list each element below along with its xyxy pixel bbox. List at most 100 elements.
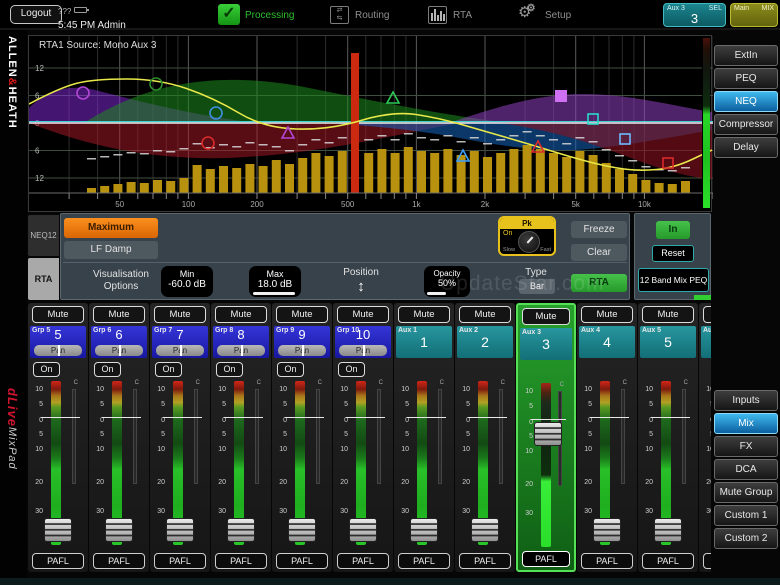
fader-cap[interactable] bbox=[105, 518, 133, 542]
pafl-button[interactable]: PAFL bbox=[93, 553, 145, 569]
pan-slider[interactable]: Pan bbox=[217, 345, 265, 356]
channel-label[interactable]: Grp 8 8 Pan bbox=[213, 326, 269, 358]
channel-label[interactable]: Grp 7 7 Pan bbox=[152, 326, 208, 358]
mute-button[interactable]: Mute bbox=[581, 306, 633, 323]
max-db-control[interactable]: Max18.0 dB bbox=[249, 266, 301, 297]
selected-channel-box[interactable]: Aux 3 SEL 3 bbox=[663, 3, 726, 27]
pafl-button[interactable]: PAFL bbox=[522, 551, 570, 567]
fader-area[interactable]: 10505102030 C bbox=[394, 379, 454, 551]
bank-inputs[interactable]: Inputs bbox=[714, 390, 778, 411]
bank-fx[interactable]: FX bbox=[714, 436, 778, 457]
channel-strip-grp-7[interactable]: Mute Grp 7 7 Pan On 10505102030 C PAFL bbox=[150, 303, 210, 572]
pan-slider[interactable]: Pan bbox=[278, 345, 326, 356]
mute-button[interactable]: Mute bbox=[459, 306, 511, 323]
pan-slider[interactable]: Pan bbox=[339, 345, 387, 356]
channel-label[interactable]: Grp 5 5 Pan bbox=[30, 326, 86, 358]
bank-custom-2[interactable]: Custom 2 bbox=[714, 528, 778, 549]
mute-button[interactable]: Mute bbox=[398, 306, 450, 323]
speed-knob[interactable] bbox=[518, 231, 540, 253]
fader-area[interactable]: 10505102030 C bbox=[455, 379, 515, 551]
fader-area[interactable]: 10505102030 C bbox=[333, 379, 393, 551]
fader-area[interactable]: 10505102030 C bbox=[699, 379, 711, 551]
pk-meter-knob[interactable]: Pk On Slow Fast bbox=[498, 216, 556, 256]
channel-strip-grp-5[interactable]: Mute Grp 5 5 Pan On 10505102030 C PAFL bbox=[28, 303, 88, 572]
pafl-button[interactable]: PAFL bbox=[581, 553, 633, 569]
on-button[interactable]: On bbox=[155, 362, 182, 377]
channel-strip-aux-6[interactable]: Mute Aux 6 6 10505102030 C PAFL bbox=[699, 303, 711, 572]
mute-button[interactable]: Mute bbox=[522, 308, 570, 325]
mute-button[interactable]: Mute bbox=[32, 306, 84, 323]
fader-area[interactable]: 10505102030 C bbox=[518, 381, 574, 553]
clear-button[interactable]: Clear bbox=[571, 244, 627, 261]
fader-cap[interactable] bbox=[166, 518, 194, 542]
fader-cap[interactable] bbox=[227, 518, 255, 542]
bank-custom-1[interactable]: Custom 1 bbox=[714, 505, 778, 526]
pan-slider[interactable]: Pan bbox=[95, 345, 143, 356]
channel-label[interactable]: Aux 4 4 bbox=[579, 326, 635, 358]
tab-rta-options[interactable]: RTA bbox=[28, 258, 59, 300]
channel-strip-aux-1[interactable]: Mute Aux 1 1 10505102030 C PAFL bbox=[394, 303, 454, 572]
pafl-button[interactable]: PAFL bbox=[398, 553, 450, 569]
pafl-button[interactable]: PAFL bbox=[703, 553, 711, 569]
channel-label[interactable]: Aux 5 5 bbox=[640, 326, 696, 358]
opacity-control[interactable]: Opacity50% bbox=[424, 266, 470, 297]
channel-label[interactable]: Aux 6 6 bbox=[701, 326, 711, 358]
channel-label[interactable]: Grp 6 6 Pan bbox=[91, 326, 147, 358]
min-db-control[interactable]: Min-60.0 dB bbox=[161, 266, 213, 297]
mute-button[interactable]: Mute bbox=[276, 306, 328, 323]
reset-button[interactable]: Reset bbox=[652, 245, 694, 262]
channel-strip-aux-3[interactable]: Mute Aux 3 3 10505102030 C PAFL bbox=[516, 303, 576, 572]
channel-strip-grp-6[interactable]: Mute Grp 6 6 Pan On 10505102030 C PAFL bbox=[89, 303, 149, 572]
fader-area[interactable]: 10505102030 C bbox=[89, 379, 149, 551]
mix-channel-box[interactable]: Main MIX bbox=[730, 3, 778, 27]
channel-label[interactable]: Grp 10 10 Pan bbox=[335, 326, 391, 358]
channel-label[interactable]: Aux 3 3 bbox=[520, 328, 572, 360]
pafl-button[interactable]: PAFL bbox=[32, 553, 84, 569]
fader-area[interactable]: 10505102030 C bbox=[150, 379, 210, 551]
on-button[interactable]: On bbox=[94, 362, 121, 377]
pafl-button[interactable]: PAFL bbox=[642, 553, 694, 569]
fader-cap[interactable] bbox=[288, 518, 316, 542]
nav-compressor[interactable]: Compressor bbox=[714, 114, 778, 135]
channel-label[interactable]: Aux 2 2 bbox=[457, 326, 513, 358]
lf-damp-button[interactable]: LF Damp bbox=[64, 241, 158, 259]
pan-slider[interactable]: Pan bbox=[34, 345, 82, 356]
pan-slider[interactable]: Pan bbox=[156, 345, 204, 356]
channel-strip-aux-5[interactable]: Mute Aux 5 5 10505102030 C PAFL bbox=[638, 303, 698, 572]
fader-cap[interactable] bbox=[593, 518, 621, 542]
fader-cap[interactable] bbox=[654, 518, 682, 542]
on-button[interactable]: On bbox=[216, 362, 243, 377]
type-selector[interactable]: Bar bbox=[519, 279, 555, 294]
fader-area[interactable]: 10505102030 C bbox=[272, 379, 332, 551]
pafl-button[interactable]: PAFL bbox=[154, 553, 206, 569]
bank-dca[interactable]: DCA bbox=[714, 459, 778, 480]
tab-neq12[interactable]: NEQ12 bbox=[28, 215, 59, 256]
in-button[interactable]: In bbox=[656, 221, 690, 239]
fader-area[interactable]: 10505102030 C bbox=[577, 379, 637, 551]
fader-cap[interactable] bbox=[44, 518, 72, 542]
mute-button[interactable]: Mute bbox=[642, 306, 694, 323]
position-arrows-icon[interactable]: ↕ bbox=[353, 278, 369, 298]
mute-button[interactable]: Mute bbox=[215, 306, 267, 323]
channel-strip-grp-9[interactable]: Mute Grp 9 9 Pan On 10505102030 C PAFL bbox=[272, 303, 332, 572]
fader-cap[interactable] bbox=[534, 422, 562, 446]
channel-strip-grp-8[interactable]: Mute Grp 8 8 Pan On 10505102030 C PAFL bbox=[211, 303, 271, 572]
fader-cap[interactable] bbox=[349, 518, 377, 542]
max-slider[interactable] bbox=[253, 292, 295, 295]
bank-mute-group[interactable]: Mute Group bbox=[714, 482, 778, 503]
nav-delay[interactable]: Delay bbox=[714, 137, 778, 158]
fader-cap[interactable] bbox=[471, 518, 499, 542]
fader-area[interactable]: 10505102030 C bbox=[28, 379, 88, 551]
channel-strip-grp-10[interactable]: Mute Grp 10 10 Pan On 10505102030 C PAFL bbox=[333, 303, 393, 572]
mute-button[interactable]: Mute bbox=[154, 306, 206, 323]
on-button[interactable]: On bbox=[338, 362, 365, 377]
channel-strip-aux-4[interactable]: Mute Aux 4 4 10505102030 C PAFL bbox=[577, 303, 637, 572]
fader-area[interactable]: 10505102030 C bbox=[211, 379, 271, 551]
pafl-button[interactable]: PAFL bbox=[215, 553, 267, 569]
nav-neq[interactable]: NEQ bbox=[714, 91, 778, 112]
nav-peq[interactable]: PEQ bbox=[714, 68, 778, 89]
on-button[interactable]: On bbox=[277, 362, 304, 377]
bank-mix[interactable]: Mix bbox=[714, 413, 778, 434]
channel-strip-aux-2[interactable]: Mute Aux 2 2 10505102030 C PAFL bbox=[455, 303, 515, 572]
channel-label[interactable]: Grp 9 9 Pan bbox=[274, 326, 330, 358]
